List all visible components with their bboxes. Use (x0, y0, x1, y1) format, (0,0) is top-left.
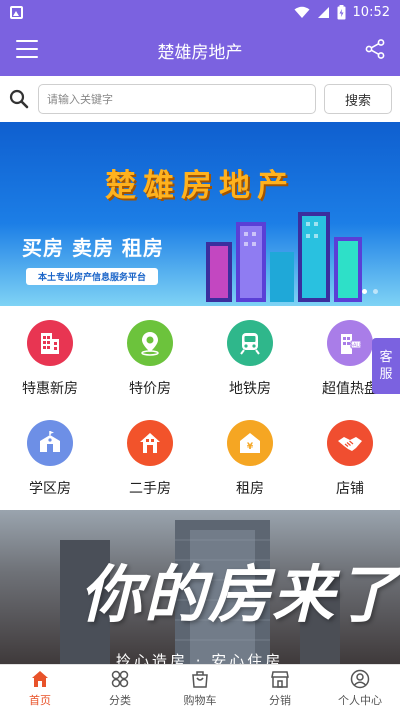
feature-banner[interactable]: 你的房来了 拎心造房 · 安心住房 (0, 510, 400, 664)
banner2-headline: 你的房来了 (80, 558, 400, 631)
handshake-icon (338, 437, 362, 451)
banner2-subtext: 拎心造房 · 安心住房 (116, 652, 284, 664)
service-label-2: 服 (379, 367, 393, 382)
school-icon (40, 431, 60, 452)
menu-button[interactable] (16, 40, 38, 58)
category-label: 店铺 (336, 481, 364, 497)
image-notification-icon (10, 5, 23, 19)
category-icon-circle: ¥ (227, 420, 273, 466)
category-label: 学区房 (29, 481, 71, 497)
category-label: 地铁房 (229, 381, 271, 397)
tab-profile[interactable]: 个人中心 (320, 665, 400, 711)
menu-icon-bar (16, 48, 38, 50)
banner-tags: 买房 卖房 租房 (22, 236, 164, 260)
menu-icon-bar (16, 56, 38, 58)
category-grid: 特惠新房 特价房 地铁房 SALE 超值热盘 学区房 二手房 ¥ 租房 店铺 (0, 306, 400, 510)
tab-cart[interactable]: 购物车 (160, 665, 240, 711)
wifi-icon (294, 6, 310, 18)
category-icon-circle (27, 420, 73, 466)
svg-text:SALE: SALE (350, 343, 363, 349)
tab-category[interactable]: 分类 (80, 665, 160, 711)
search-button[interactable]: 搜索 (324, 84, 392, 114)
category-item[interactable]: ¥ 租房 (200, 406, 300, 506)
house-icon (140, 433, 160, 453)
category-label: 租房 (236, 481, 264, 497)
category-label: 二手房 (129, 481, 171, 497)
tab-label: 购物车 (183, 693, 217, 707)
bottom-tab-bar: 首页 分类 购物车 分销 个人中心 (0, 664, 400, 711)
app-header: 楚雄房地产 (0, 24, 400, 76)
home-icon (32, 670, 48, 687)
tab-distribution[interactable]: 分销 (240, 665, 320, 711)
battery-icon (337, 4, 346, 19)
tab-label: 分销 (269, 693, 291, 707)
user-icon (350, 669, 370, 688)
category-icon-circle (127, 320, 173, 366)
tab-label: 个人中心 (338, 693, 382, 707)
rent-house-icon: ¥ (240, 433, 260, 453)
svg-text:¥: ¥ (247, 442, 254, 452)
service-label-1: 客 (379, 350, 393, 365)
promo-banner[interactable]: 楚雄房地产 买房 卖房 租房 本土专业房产信息服务平台 (0, 122, 400, 306)
sale-building-icon: SALE (341, 334, 363, 354)
status-time: 10:52 (352, 4, 390, 20)
category-icon-circle (127, 420, 173, 466)
category-item[interactable]: 特价房 (100, 306, 200, 406)
search-bar: 搜索 (0, 76, 400, 122)
carousel-indicator (362, 289, 378, 294)
search-input[interactable] (38, 84, 316, 114)
category-icon-circle (27, 320, 73, 366)
status-icons: 10:52 (294, 4, 390, 20)
city-buildings-illustration (206, 212, 362, 302)
building-icon (41, 333, 59, 354)
tab-label: 分类 (109, 693, 131, 707)
category-label: 超值热盘 (322, 381, 378, 397)
category-item[interactable]: 二手房 (100, 406, 200, 506)
customer-service-button[interactable]: 客 服 (372, 338, 400, 394)
carousel-dot[interactable] (362, 289, 367, 294)
cart-icon (192, 670, 208, 688)
category-label: 特惠新房 (22, 381, 78, 397)
category-icon-circle (327, 420, 373, 466)
menu-icon-bar (16, 40, 38, 42)
tab-label: 首页 (29, 693, 51, 707)
tab-home[interactable]: 首页 (0, 665, 80, 711)
share-icon[interactable] (364, 38, 386, 60)
category-label: 特价房 (129, 381, 171, 397)
category-icon (111, 670, 129, 687)
carousel-dot[interactable] (373, 289, 378, 294)
category-item[interactable]: 学区房 (0, 406, 100, 506)
subway-icon (240, 333, 260, 355)
category-icon-circle (227, 320, 273, 366)
banner-brand: 楚雄房地产 (105, 168, 295, 204)
category-item[interactable]: 特惠新房 (0, 306, 100, 406)
map-pin-icon (141, 332, 159, 356)
store-icon (271, 670, 289, 688)
page-title: 楚雄房地产 (157, 42, 243, 63)
app-screen: 10:52 楚雄房地产 搜索 楚雄房地产 买房 卖房 租房 本土专业房产信息服务 (0, 0, 400, 711)
signal-icon (317, 6, 329, 18)
category-icon-circle: SALE (327, 320, 373, 366)
category-item[interactable]: 地铁房 (200, 306, 300, 406)
banner-slogan: 本土专业房产信息服务平台 (26, 268, 159, 285)
category-item[interactable]: 店铺 (300, 406, 400, 506)
search-icon (9, 89, 29, 109)
status-bar: 10:52 (0, 0, 400, 24)
